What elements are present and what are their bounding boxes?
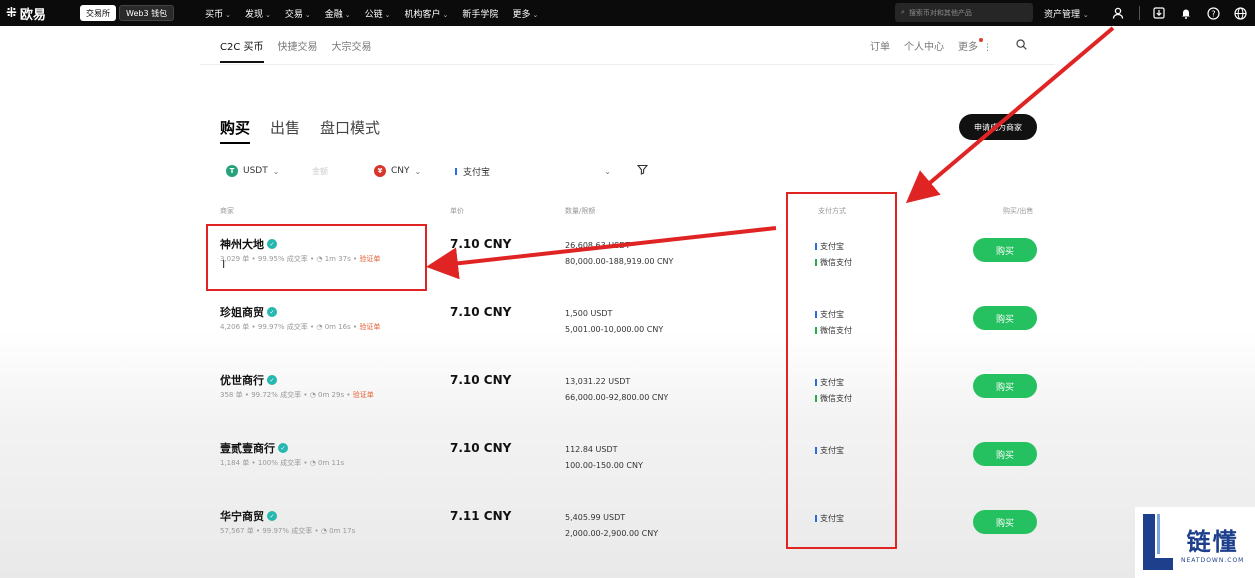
annotation-arrow — [426, 226, 777, 280]
annotation-arrow — [905, 26, 1115, 204]
watermark-name: 链懂 — [1186, 527, 1239, 556]
page: ⁜ 欧易 交易所 Web3 钱包 买币 ⌄ 发现 ⌄ 交易 ⌄ 金融 ⌄ 公链 ⌄ 机构客… — [0, 0, 1255, 578]
watermark-text: 链懂 NEATDOWN.COM — [1181, 522, 1244, 564]
watermark: 链懂 NEATDOWN.COM — [1135, 507, 1255, 578]
watermark-logo-icon — [1143, 513, 1173, 570]
watermark-url: NEATDOWN.COM — [1181, 556, 1245, 564]
annotation-arrows — [426, 26, 1115, 280]
